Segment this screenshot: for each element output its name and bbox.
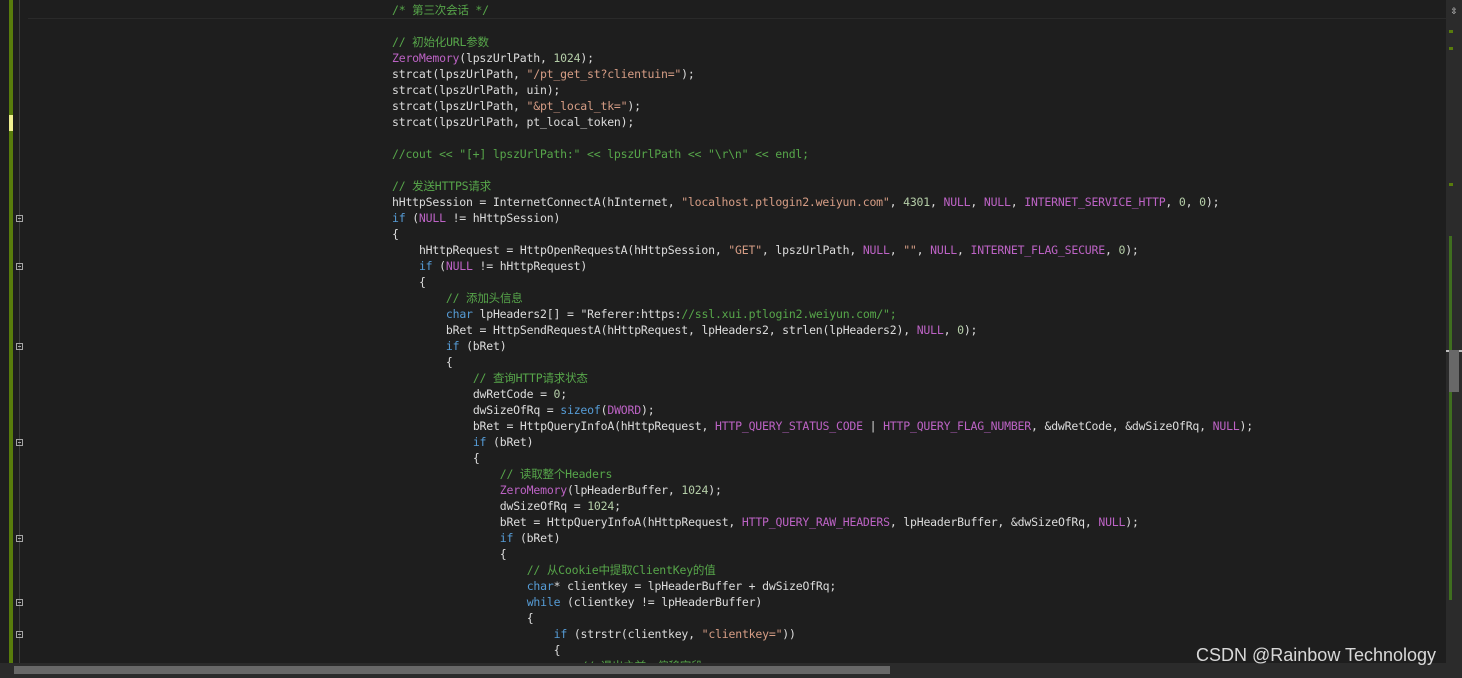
code-line[interactable]: if (strstr(clientkey, "clientkey=")) [392, 626, 1253, 642]
scroll-change-mark [1449, 183, 1453, 186]
code-line[interactable]: { [392, 354, 1253, 370]
code-line[interactable]: { [392, 610, 1253, 626]
code-line[interactable]: dwRetCode = 0; [392, 386, 1253, 402]
code-editor[interactable]: /* 第三次会话 */ // 初始化URL参数 ZeroMemory(lpszUr… [0, 0, 1446, 663]
code-line[interactable]: if (bRet) [392, 338, 1253, 354]
code-line[interactable]: /* 第三次会话 */ [392, 2, 1253, 18]
outline-guide [19, 0, 20, 663]
code-line[interactable]: bRet = HttpQueryInfoA(hHttpRequest, HTTP… [392, 418, 1253, 434]
code-line[interactable]: bRet = HttpSendRequestA(hHttpRequest, lp… [392, 322, 1253, 338]
code-line[interactable]: strcat(lpszUrlPath, uin); [392, 82, 1253, 98]
code-line[interactable]: // 初始化URL参数 [392, 34, 1253, 50]
horizontal-scroll-thumb[interactable] [14, 666, 890, 674]
collapse-icon[interactable] [16, 263, 23, 270]
code-line[interactable]: strcat(lpszUrlPath, pt_local_token); [392, 114, 1253, 130]
collapse-icon[interactable] [16, 535, 23, 542]
code-line[interactable]: dwSizeOfRq = sizeof(DWORD); [392, 402, 1253, 418]
code-line[interactable]: // 读取整个Headers [392, 466, 1253, 482]
code-line[interactable]: ZeroMemory(lpszUrlPath, 1024); [392, 50, 1253, 66]
scroll-change-mark [1449, 30, 1453, 33]
code-line[interactable]: { [392, 450, 1253, 466]
code-line[interactable]: //cout << "[+] lpszUrlPath:" << lpszUrlP… [392, 146, 1253, 162]
scroll-change-mark [1449, 47, 1453, 50]
code-line[interactable]: // 添加头信息 [392, 290, 1253, 306]
collapse-icon[interactable] [16, 631, 23, 638]
code-line[interactable]: // 从Cookie中提取ClientKey的值 [392, 562, 1253, 578]
code-line[interactable] [392, 162, 1253, 178]
code-line[interactable]: strcat(lpszUrlPath, "/pt_get_st?clientui… [392, 66, 1253, 82]
collapse-icon[interactable] [16, 439, 23, 446]
code-line[interactable]: char lpHeaders2[] = "Referer:https://ssl… [392, 306, 1253, 322]
code-line[interactable]: // 查询HTTP请求状态 [392, 370, 1253, 386]
code-line[interactable]: { [392, 274, 1253, 290]
code-line[interactable]: while (clientkey != lpHeaderBuffer) [392, 594, 1253, 610]
code-line[interactable] [392, 130, 1253, 146]
change-bar-unsaved [9, 115, 13, 131]
code-line[interactable]: hHttpRequest = HttpOpenRequestA(hHttpSes… [392, 242, 1253, 258]
code-line[interactable]: strcat(lpszUrlPath, "&pt_local_tk="); [392, 98, 1253, 114]
code-line[interactable]: dwSizeOfRq = 1024; [392, 498, 1253, 514]
code-line[interactable] [392, 18, 1253, 34]
code-line[interactable]: char* clientkey = lpHeaderBuffer + dwSiz… [392, 578, 1253, 594]
code-line[interactable]: { [392, 226, 1253, 242]
code-text-area[interactable]: /* 第三次会话 */ // 初始化URL参数 ZeroMemory(lpszUr… [392, 2, 1253, 663]
collapse-icon[interactable] [16, 343, 23, 350]
code-line[interactable]: if (bRet) [392, 434, 1253, 450]
vertical-scroll-thumb[interactable] [1449, 350, 1459, 392]
scroll-change-region [1449, 236, 1452, 600]
watermark: CSDN @Rainbow Technology [1196, 645, 1437, 665]
code-line[interactable]: hHttpSession = InternetConnectA(hInterne… [392, 194, 1253, 210]
code-line[interactable]: if (NULL != hHttpRequest) [392, 258, 1253, 274]
code-line[interactable]: if (bRet) [392, 530, 1253, 546]
editor-gutter [0, 0, 28, 663]
code-line[interactable]: bRet = HttpQueryInfoA(hHttpRequest, HTTP… [392, 514, 1253, 530]
collapse-icon[interactable] [16, 599, 23, 606]
collapse-icon[interactable] [16, 215, 23, 222]
code-line[interactable]: ZeroMemory(lpHeaderBuffer, 1024); [392, 482, 1253, 498]
code-line[interactable]: { [392, 546, 1253, 562]
code-line[interactable]: { [392, 642, 1253, 658]
change-bar-saved [9, 0, 13, 663]
code-line[interactable]: // 发送HTTPS请求 [392, 178, 1253, 194]
code-line[interactable]: if (NULL != hHttpSession) [392, 210, 1253, 226]
split-window-icon[interactable]: ⇳ [1448, 3, 1460, 17]
